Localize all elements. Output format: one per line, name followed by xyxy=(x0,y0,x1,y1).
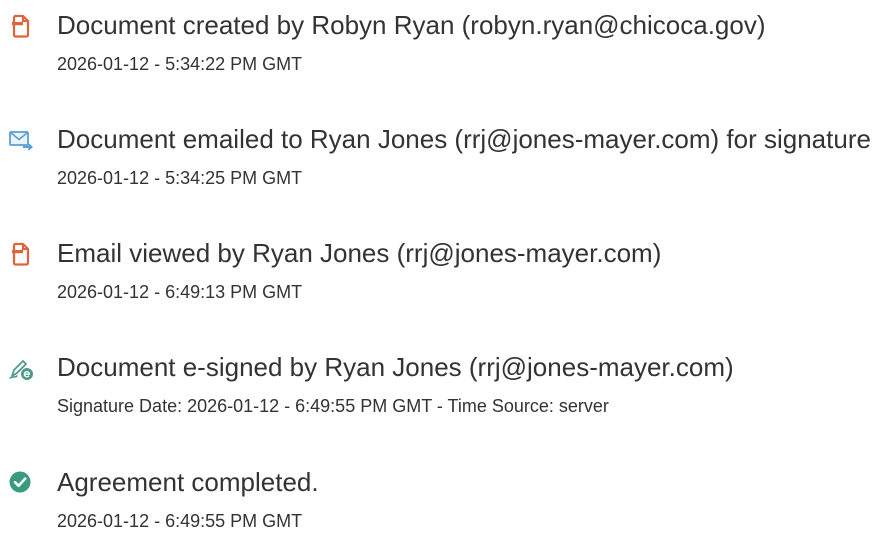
email-viewed-icon xyxy=(8,241,34,267)
event-title: Document emailed to Ryan Jones (rrj@jone… xyxy=(57,124,871,154)
event-timestamp: 2026-01-12 - 5:34:22 PM GMT xyxy=(57,54,303,74)
e-signed-icon xyxy=(8,356,34,382)
event-timestamp: Signature Date: 2026-01-12 - 6:49:55 PM … xyxy=(57,396,609,416)
agreement-completed-icon xyxy=(8,469,34,495)
event-document-e-signed: Document e-signed by Ryan Jones (rrj@jon… xyxy=(0,352,895,432)
event-email-viewed: Email viewed by Ryan Jones (rrj@jones-ma… xyxy=(0,238,895,318)
event-title: Email viewed by Ryan Jones (rrj@jones-ma… xyxy=(57,238,662,268)
document-created-icon xyxy=(8,13,34,39)
event-title: Document created by Robyn Ryan (robyn.ry… xyxy=(57,10,766,40)
event-timestamp: 2026-01-12 - 6:49:13 PM GMT xyxy=(57,282,303,302)
event-title: Agreement completed. xyxy=(57,467,319,497)
event-timestamp: 2026-01-12 - 6:49:55 PM GMT xyxy=(57,511,303,531)
event-timestamp: 2026-01-12 - 5:34:25 PM GMT xyxy=(57,168,303,188)
event-title: Document e-signed by Ryan Jones (rrj@jon… xyxy=(57,352,734,382)
email-sent-icon xyxy=(8,127,34,153)
event-agreement-completed: Agreement completed. 2026-01-12 - 6:49:5… xyxy=(0,467,895,547)
event-document-emailed: Document emailed to Ryan Jones (rrj@jone… xyxy=(0,124,895,204)
event-document-created: Document created by Robyn Ryan (robyn.ry… xyxy=(0,10,895,90)
